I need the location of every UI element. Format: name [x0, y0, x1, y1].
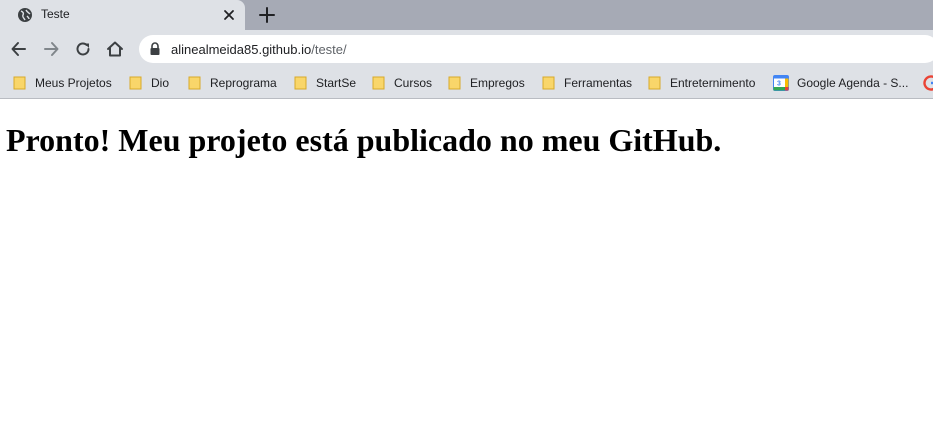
globe-icon — [18, 8, 32, 22]
page-heading: Pronto! Meu projeto está publicado no me… — [6, 122, 722, 158]
tab-title: Teste — [41, 7, 70, 21]
bookmarks-bar: Meus Projetos Dio Reprograma StartSe Cur… — [0, 68, 933, 99]
google-calendar-icon: 3 — [773, 75, 789, 91]
folder-icon — [448, 76, 461, 90]
folder-icon — [13, 76, 26, 90]
folder-icon — [542, 76, 555, 90]
bookmark-label: Entreternimento — [670, 76, 756, 90]
google-icon — [923, 75, 933, 91]
tab-strip: Teste — [0, 0, 933, 30]
reload-icon[interactable] — [73, 39, 93, 59]
lock-icon[interactable] — [149, 42, 161, 56]
page-content: Pronto! Meu projeto está publicado no me… — [0, 99, 933, 438]
url-text[interactable]: alinealmeida85.github.io/teste/ — [171, 42, 347, 57]
url-host: alinealmeida85.github.io — [171, 42, 312, 57]
tab-teste[interactable]: Teste — [0, 0, 245, 30]
close-icon[interactable] — [220, 6, 238, 24]
bookmark-label: Ferramentas — [564, 76, 633, 90]
bookmark-label: Dio — [151, 76, 170, 90]
bookmark-label: Empregos — [470, 76, 525, 90]
bookmark-label: Reprograma — [210, 76, 277, 90]
bookmark-label: Meus Projetos — [35, 76, 112, 90]
arrow-left-icon[interactable] — [9, 39, 29, 59]
bookmark-label: Cursos — [394, 76, 433, 90]
toolbar: alinealmeida85.github.io/teste/ — [0, 30, 933, 68]
bookmark-label: Google Agenda - S... — [797, 76, 909, 90]
folder-icon — [188, 76, 201, 90]
folder-icon — [648, 76, 661, 90]
folder-icon — [372, 76, 385, 90]
address-bar[interactable]: alinealmeida85.github.io/teste/ — [139, 35, 933, 63]
home-icon[interactable] — [105, 39, 125, 59]
url-path: /teste/ — [311, 42, 347, 57]
svg-text:3: 3 — [777, 81, 781, 88]
folder-icon — [294, 76, 307, 90]
arrow-right-icon[interactable] — [41, 39, 61, 59]
browser-window: Teste alinealmeida85.github.io/teste/ Me… — [0, 0, 933, 438]
bookmark-label: StartSe — [316, 76, 357, 90]
folder-icon — [129, 76, 142, 90]
plus-icon[interactable] — [256, 4, 278, 26]
